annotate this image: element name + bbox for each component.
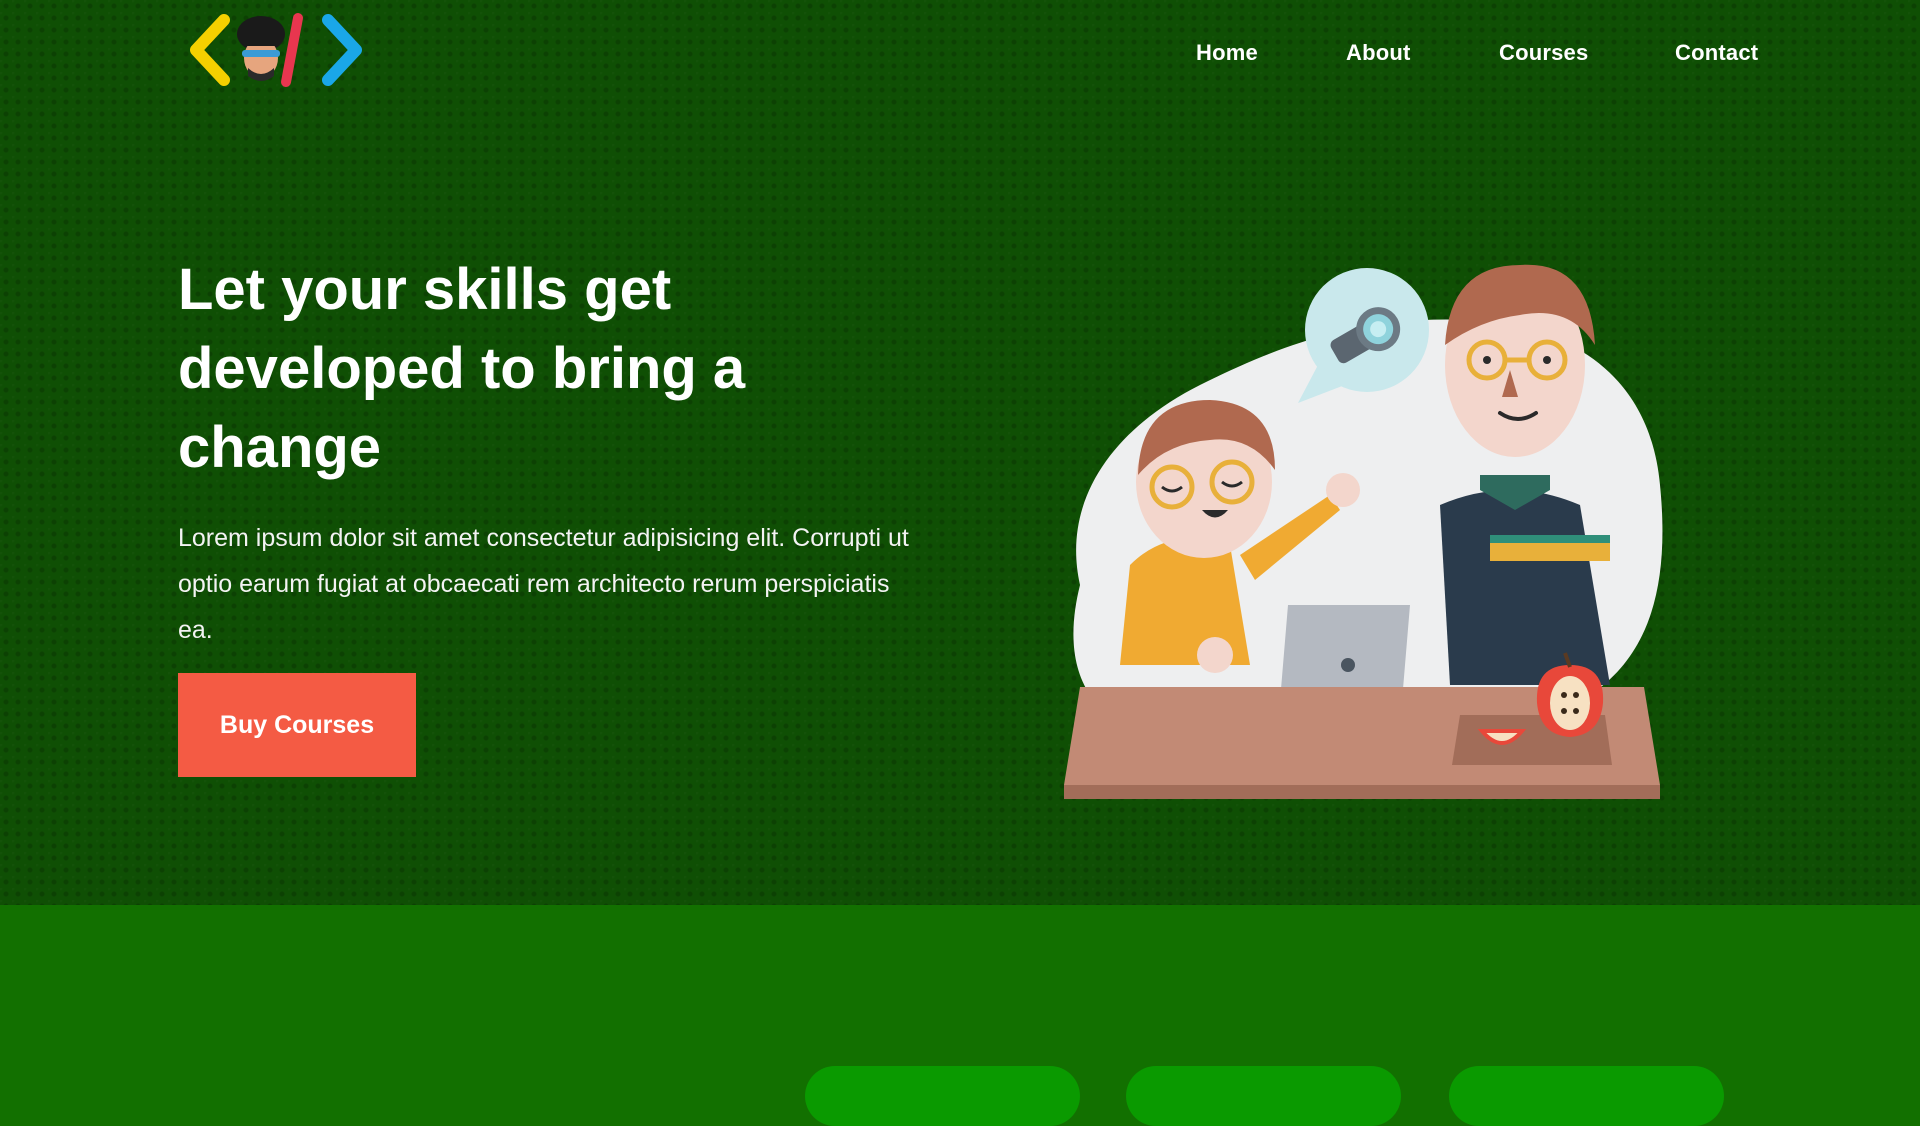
main-nav: Home About Courses Contact [0,40,1920,70]
courses-section [0,905,1920,1083]
hero-headline: Let your skills get developed to bring a… [178,257,746,480]
nav-about[interactable]: About [1346,40,1411,66]
category-pill[interactable] [1126,1066,1401,1126]
nav-courses[interactable]: Courses [1499,40,1588,66]
category-pill[interactable] [1449,1066,1724,1126]
nav-home[interactable]: Home [1196,40,1258,66]
buy-courses-button[interactable]: Buy Courses [178,673,416,777]
learning-illustration [1064,264,1663,799]
hero-section: Home About Courses Contact Let your skil… [0,0,1920,905]
nav-contact[interactable]: Contact [1675,40,1758,66]
hero-description: Lorem ipsum dolor sit amet consectetur a… [178,524,909,644]
category-pill[interactable] [805,1066,1080,1126]
